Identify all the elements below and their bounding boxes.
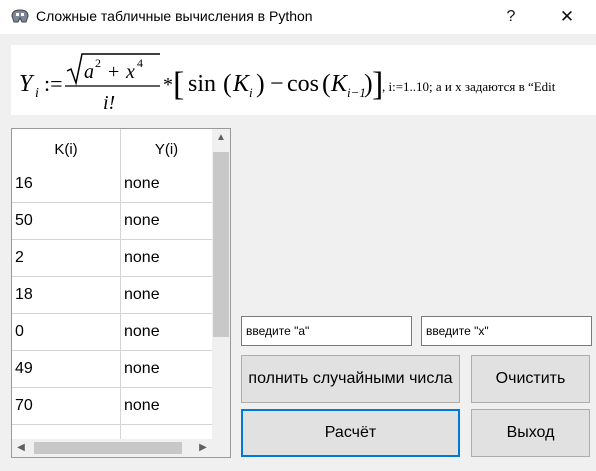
- cell-k[interactable]: 2: [15, 240, 24, 276]
- vertical-scroll-thumb[interactable]: [213, 152, 229, 337]
- formula-k1-sub: i: [249, 85, 253, 100]
- table-row[interactable]: 2 none: [12, 240, 212, 277]
- formula-cos: cos: [287, 71, 319, 97]
- cell-y[interactable]: none: [124, 203, 160, 239]
- formula-note: , i:=1..10; a и x задаются в “Edit: [382, 79, 556, 94]
- formula-times: *: [163, 74, 173, 96]
- scroll-up-icon[interactable]: ▲: [212, 129, 230, 147]
- table-row[interactable]: 16 none: [12, 166, 212, 203]
- vertical-scrollbar[interactable]: ▲: [212, 129, 230, 439]
- formula-sqrt-a: a: [84, 61, 94, 83]
- formula-paren-1: (: [223, 69, 232, 98]
- header-k[interactable]: K(i): [12, 129, 120, 166]
- close-button[interactable]: ✕: [552, 4, 582, 30]
- cell-y[interactable]: none: [124, 314, 160, 350]
- formula-exp-a: 2: [95, 56, 101, 70]
- formula-sin: sin: [188, 71, 216, 97]
- formula-image: Y i := a 2 + x 4 i! * [ sin ( K i ) − co…: [11, 45, 596, 115]
- horizontal-scrollbar[interactable]: ◀ ▶: [12, 439, 212, 457]
- window-title: Сложные табличные вычисления в Python: [36, 8, 313, 24]
- table-row[interactable]: 18 none: [12, 277, 212, 314]
- formula-paren-2: ): [256, 69, 265, 98]
- header-y[interactable]: Y(i): [121, 129, 212, 166]
- scroll-left-icon[interactable]: ◀: [12, 439, 30, 457]
- table-row[interactable]: 50 none: [12, 203, 212, 240]
- cell-y[interactable]: none: [124, 388, 160, 424]
- cell-y[interactable]: none: [124, 351, 160, 387]
- formula-exp-x: 4: [137, 56, 143, 70]
- calculate-button[interactable]: Расчёт: [241, 409, 460, 457]
- cell-k[interactable]: 0: [15, 314, 24, 350]
- cell-y[interactable]: none: [124, 240, 160, 276]
- table-row[interactable]: 70 none: [12, 388, 212, 425]
- horizontal-scroll-thumb[interactable]: [34, 442, 182, 454]
- title-bar: Сложные табличные вычисления в Python ? …: [0, 0, 596, 34]
- table-header: K(i) Y(i): [12, 129, 212, 166]
- formula-assign: :=: [44, 71, 63, 96]
- x-input[interactable]: введите "х": [421, 316, 592, 346]
- formula-bracket-open: [: [173, 66, 184, 103]
- fill-random-button[interactable]: полнить случайными числа: [241, 355, 460, 403]
- help-button[interactable]: ?: [498, 4, 524, 30]
- column-divider: [120, 129, 121, 439]
- cell-k[interactable]: 70: [15, 388, 33, 424]
- formula-denominator: i!: [103, 92, 115, 114]
- table-row[interactable]: 0 none: [12, 314, 212, 351]
- scroll-corner: [212, 439, 230, 457]
- data-table[interactable]: 16 none 50 none 2 none 18 none 0 none 49…: [11, 128, 231, 458]
- table-row[interactable]: 49 none: [12, 351, 212, 388]
- cell-k[interactable]: 18: [15, 277, 33, 313]
- a-input[interactable]: введите "а": [241, 316, 412, 346]
- cell-k[interactable]: 49: [15, 351, 33, 387]
- formula-lhs: Y: [19, 71, 35, 97]
- cell-k[interactable]: 16: [15, 166, 33, 202]
- formula-paren-3: (: [322, 69, 331, 98]
- cell-y[interactable]: none: [124, 166, 160, 202]
- header-divider: [120, 129, 121, 166]
- cell-y[interactable]: none: [124, 277, 160, 313]
- formula-plus: +: [108, 61, 119, 83]
- formula-minus: −: [270, 71, 284, 97]
- clear-button[interactable]: Очистить: [471, 355, 590, 403]
- cell-k[interactable]: 50: [15, 203, 33, 239]
- app-icon: [11, 9, 29, 23]
- formula-lhs-sub: i: [35, 86, 39, 101]
- formula-sqrt-x: x: [125, 61, 135, 83]
- scroll-right-icon[interactable]: ▶: [194, 439, 212, 457]
- exit-button[interactable]: Выход: [471, 409, 590, 457]
